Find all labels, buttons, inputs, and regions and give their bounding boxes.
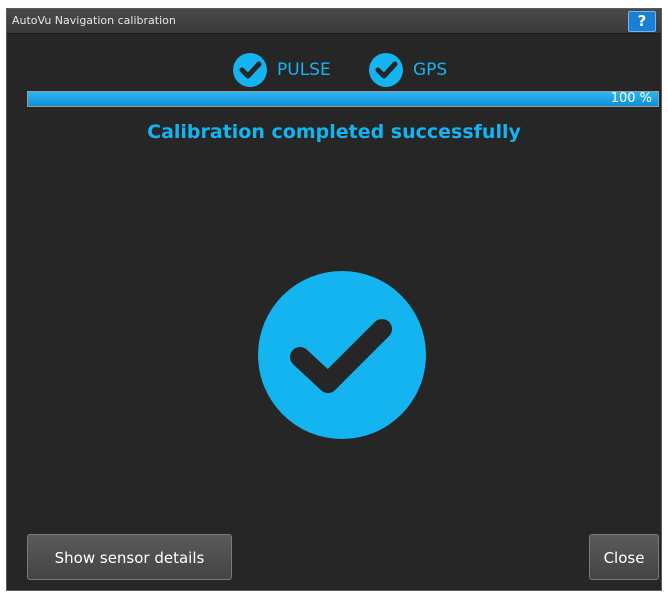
calibration-progress-bar: 100 % [27, 91, 659, 107]
calibration-window: AutoVu Navigation calibration ? PULSE GP… [6, 8, 662, 591]
gps-check-icon [369, 53, 403, 87]
sensor-label-pulse: PULSE [277, 60, 331, 80]
sensor-status-row: PULSE GPS [7, 53, 661, 87]
progress-percent: 100 % [610, 91, 652, 106]
large-check-icon [258, 271, 426, 439]
window-title: AutoVu Navigation calibration [12, 14, 176, 27]
help-button[interactable]: ? [628, 11, 656, 32]
sensor-gps: GPS [369, 53, 447, 87]
show-sensor-details-button[interactable]: Show sensor details [27, 534, 232, 580]
close-button[interactable]: Close [589, 534, 659, 580]
title-bar: AutoVu Navigation calibration ? [7, 9, 661, 34]
status-message: Calibration completed successfully [147, 121, 521, 143]
pulse-check-icon [233, 53, 267, 87]
progress-fill [28, 92, 658, 106]
sensor-pulse: PULSE [233, 53, 331, 87]
sensor-label-gps: GPS [413, 60, 448, 80]
